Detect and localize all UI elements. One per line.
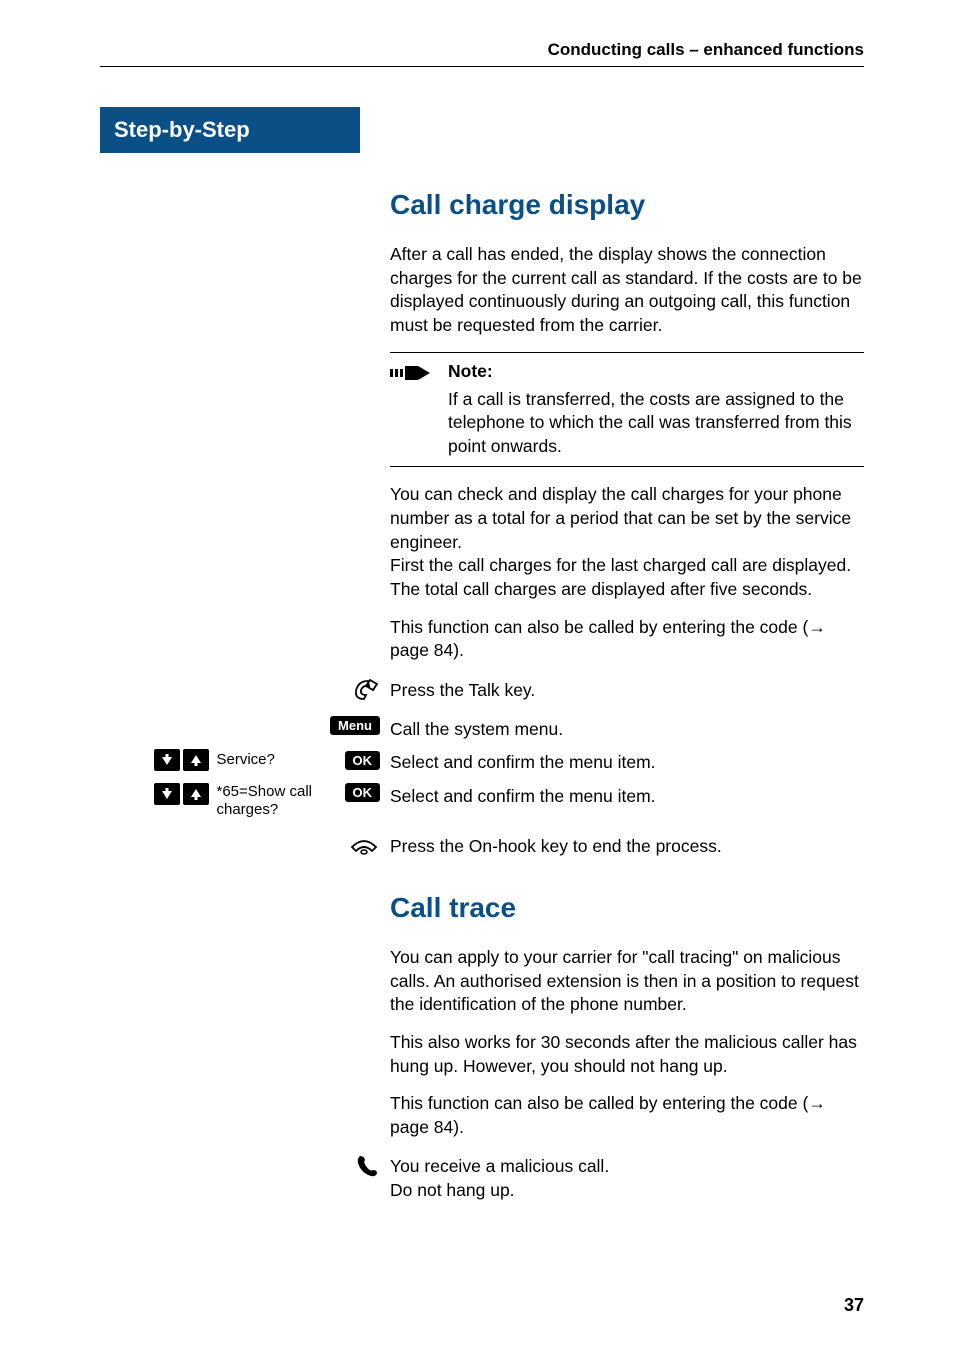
- arrow-down-icon[interactable]: [154, 783, 180, 805]
- malicious-text-2: Do not hang up.: [390, 1179, 864, 1203]
- note-icon: [390, 361, 432, 459]
- note-box: Note: If a call is transferred, the cost…: [390, 352, 864, 468]
- section2-p1: You can apply to your carrier for "call …: [390, 946, 864, 1017]
- arrow-buttons[interactable]: [154, 783, 209, 805]
- show-charges-menu-label: *65=Show call charges?: [217, 783, 337, 819]
- malicious-text-1: You receive a malicious call.: [390, 1155, 864, 1179]
- page-number: 37: [844, 1295, 864, 1316]
- section1-p1: After a call has ended, the display show…: [390, 243, 864, 338]
- onhook-text: Press the On-hook key to end the process…: [390, 833, 864, 859]
- section2-p3-link[interactable]: page 84: [390, 1117, 453, 1137]
- note-text: If a call is transferred, the costs are …: [448, 388, 864, 459]
- link-arrow-icon: →: [808, 617, 826, 637]
- section1-p3-text: This function can also be called by ente…: [390, 617, 808, 637]
- handset-icon: [354, 1153, 380, 1184]
- section2-p2: This also works for 30 seconds after the…: [390, 1031, 864, 1078]
- chapter-header: Conducting calls – enhanced functions: [100, 40, 864, 60]
- menu-button[interactable]: Menu: [330, 716, 380, 735]
- header-rule: [100, 66, 864, 67]
- section2-p3: This function can also be called by ente…: [390, 1092, 864, 1139]
- talk-key-icon: [350, 677, 380, 708]
- arrow-buttons[interactable]: [154, 749, 209, 771]
- arrow-up-icon[interactable]: [183, 749, 209, 771]
- arrow-up-icon[interactable]: [183, 783, 209, 805]
- ok-button[interactable]: OK: [345, 751, 381, 770]
- section1-p3: This function can also be called by ente…: [390, 616, 864, 663]
- section-title-call-trace: Call trace: [390, 892, 864, 924]
- section-title-call-charge: Call charge display: [390, 189, 864, 221]
- section1-p2b: First the call charges for the last char…: [390, 554, 864, 601]
- service-text: Select and confirm the menu item.: [390, 749, 864, 775]
- arrow-down-icon[interactable]: [154, 749, 180, 771]
- section2-p3-text: This function can also be called by ente…: [390, 1093, 808, 1113]
- menu-text: Call the system menu.: [390, 716, 864, 742]
- note-label: Note:: [448, 361, 864, 382]
- talk-key-text: Press the Talk key.: [390, 677, 864, 703]
- section1-p3-end: ).: [453, 640, 464, 660]
- show-charges-text: Select and confirm the menu item.: [390, 783, 864, 809]
- link-arrow-icon: →: [808, 1093, 826, 1113]
- step-by-step-banner: Step-by-Step: [100, 107, 360, 153]
- section1-p3-link[interactable]: page 84: [390, 640, 453, 660]
- service-menu-label: Service?: [217, 751, 337, 769]
- onhook-key-icon: [348, 833, 380, 864]
- section2-p3-end: ).: [453, 1117, 464, 1137]
- ok-button[interactable]: OK: [345, 783, 381, 802]
- section1-p2a: You can check and display the call charg…: [390, 483, 864, 554]
